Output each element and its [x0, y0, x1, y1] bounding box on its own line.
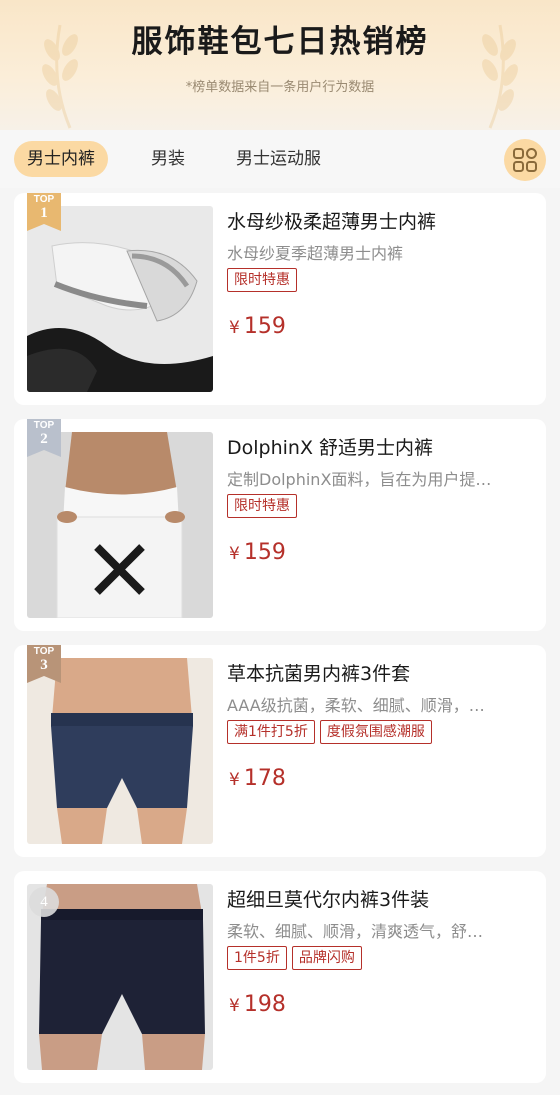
page-header: 服饰鞋包七日热销榜 *榜单数据来自一条用户行为数据 [0, 0, 560, 130]
product-card-3[interactable]: TOP 3 草本抗菌男内裤3件套 AAA级抗菌，柔软、细腻、顺滑，… 满1件打5… [14, 645, 546, 857]
rank-badge: TOP 1 [27, 193, 61, 231]
promo-tag: 限时特惠 [227, 494, 297, 518]
product-tags: 限时特惠 [227, 494, 297, 518]
product-image[interactable] [27, 206, 213, 392]
tab-mens-underwear[interactable]: 男士内裤 [14, 141, 108, 177]
product-name[interactable]: 草本抗菌男内裤3件套 [227, 659, 532, 686]
product-tags: 满1件打5折 度假氛围感潮服 [227, 720, 432, 744]
product-description: AAA级抗菌，柔软、细腻、顺滑，… [227, 696, 485, 715]
product-image[interactable] [27, 432, 213, 618]
product-price: ¥198 [229, 992, 286, 1017]
promo-tag: 度假氛围感潮服 [319, 720, 432, 744]
rank-badge: TOP 3 [27, 645, 61, 683]
promo-tag: 1件5折 [227, 946, 287, 970]
page-title: 服饰鞋包七日热销榜 [131, 24, 429, 60]
promo-tag: 限时特惠 [227, 268, 297, 292]
grid-view-button[interactable] [504, 139, 546, 181]
product-description: 水母纱夏季超薄男士内裤 [227, 244, 404, 263]
product-price: ¥159 [229, 540, 286, 565]
product-name[interactable]: DolphinX 舒适男士内裤 [227, 433, 532, 460]
product-image[interactable] [27, 658, 213, 844]
product-description: 柔软、细腻、顺滑，清爽透气，舒… [227, 922, 484, 941]
product-description: 定制DolphinX面料，旨在为用户提… [227, 470, 492, 489]
promo-tag: 满1件打5折 [227, 720, 315, 744]
rank-badge: TOP 2 [27, 419, 61, 457]
rank-badge: 4 [29, 887, 59, 917]
product-card-2[interactable]: TOP 2 DolphinX 舒适男士内裤 定制DolphinX面料，旨在为用户… [14, 419, 546, 631]
tab-menswear[interactable]: 男装 [138, 141, 198, 177]
product-name[interactable]: 超细旦莫代尔内裤3件装 [227, 885, 532, 912]
promo-tag: 品牌闪购 [291, 946, 362, 970]
product-price: ¥159 [229, 314, 286, 339]
product-name[interactable]: 水母纱极柔超薄男士内裤 [227, 207, 532, 234]
grid-icon [513, 148, 537, 172]
product-price: ¥178 [229, 766, 286, 791]
product-card-4[interactable]: 4 超细旦莫代尔内裤3件装 柔软、细腻、顺滑，清爽透气，舒… 1件5折 品牌闪购… [14, 871, 546, 1083]
product-card-1[interactable]: TOP 1 水母纱极柔超薄男士内裤 水母纱夏季超薄男士内裤 限时特惠 ¥159 [14, 193, 546, 405]
tab-mens-sportswear[interactable]: 男士运动服 [223, 141, 334, 177]
category-tabs: 男士内裤 男装 男士运动服 [0, 130, 560, 188]
product-tags: 1件5折 品牌闪购 [227, 946, 362, 970]
page-subtitle: *榜单数据来自一条用户行为数据 [185, 80, 375, 95]
product-tags: 限时特惠 [227, 268, 297, 292]
